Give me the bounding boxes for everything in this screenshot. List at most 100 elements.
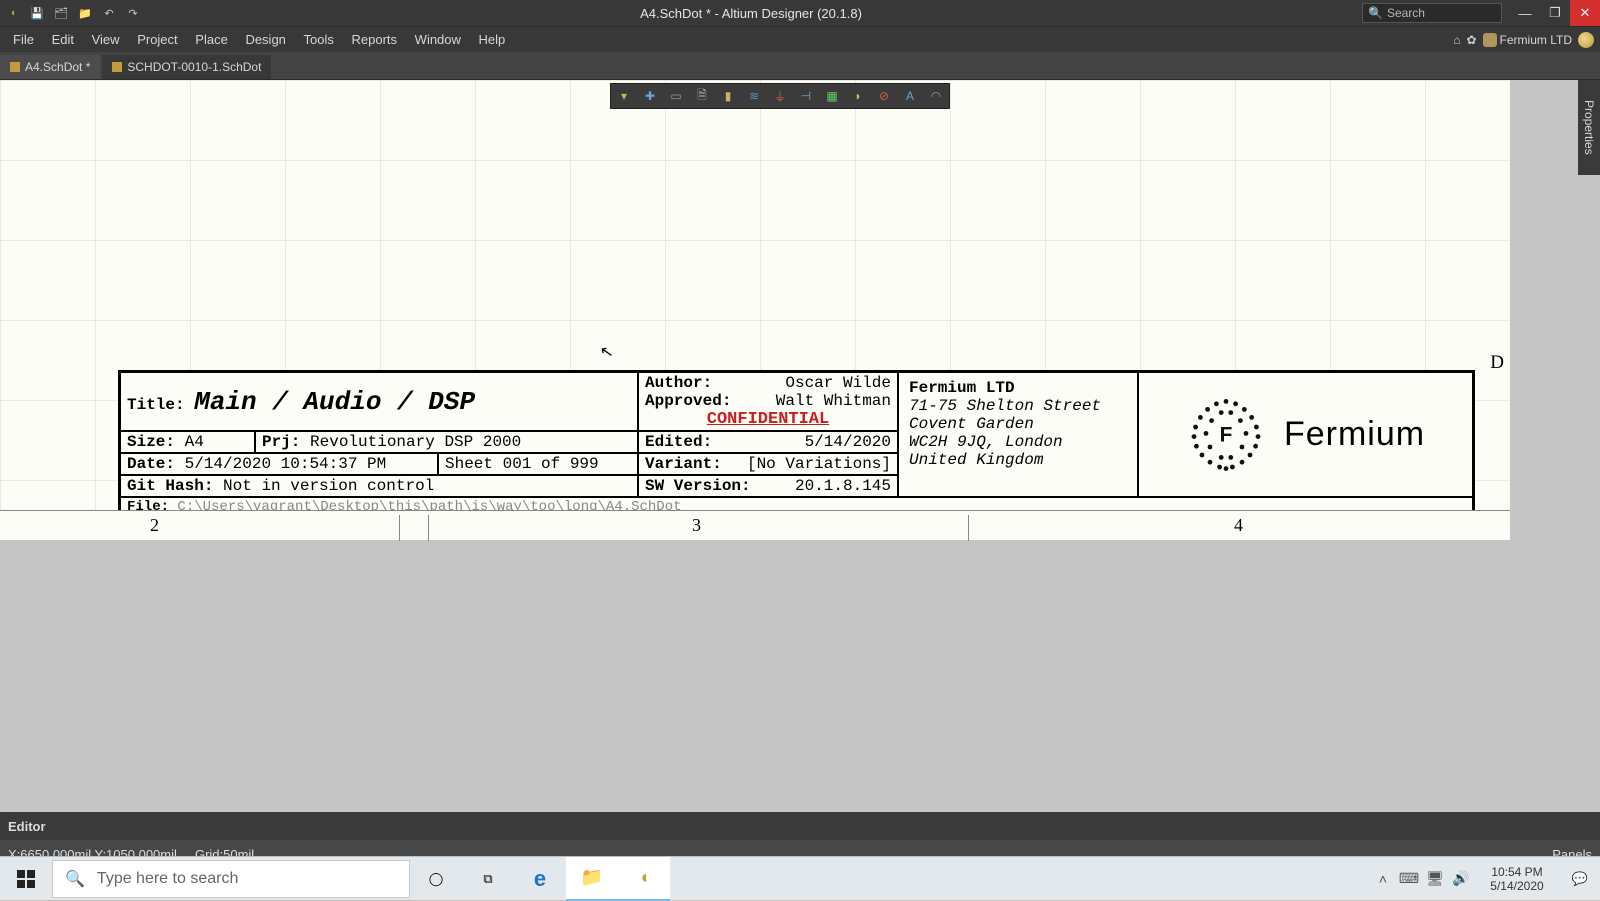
edited-label: Edited: (645, 433, 712, 451)
company-addr3: WC2H 9JQ, London (909, 433, 1127, 451)
tab-schdot-0010[interactable]: SCHDOT-0010-1.SchDot (102, 55, 271, 79)
redo-icon[interactable]: ↷ (126, 6, 140, 20)
start-button[interactable] (0, 857, 52, 901)
action-center-button[interactable]: 💬 (1560, 871, 1600, 887)
net-icon[interactable]: ≋ (746, 89, 762, 103)
menu-edit[interactable]: Edit (45, 29, 81, 50)
harness-icon[interactable]: ◗ (850, 89, 866, 103)
size-label: Size: (127, 433, 175, 451)
approved-value: Walt Whitman (776, 392, 891, 410)
menu-help[interactable]: Help (472, 29, 513, 50)
sheet-symbol-icon[interactable]: ▦ (824, 89, 840, 103)
schdoc-icon (112, 62, 122, 72)
confidential-stamp: CONFIDENTIAL (707, 410, 829, 429)
logo-text: Fermium (1284, 415, 1425, 454)
taskbar-search[interactable]: 🔍 Type here to search (52, 860, 410, 898)
taskbar-clock[interactable]: 10:54 PM 5/14/2020 (1474, 865, 1560, 893)
date-label: Date: (127, 455, 175, 473)
sheet-value: Sheet 001 of 999 (445, 455, 599, 473)
filter-icon[interactable]: ▾ (616, 89, 632, 103)
rect-icon[interactable]: ▭ (668, 89, 684, 103)
arc-icon[interactable]: ◠ (928, 89, 944, 103)
taskbar-search-placeholder: Type here to search (97, 870, 238, 888)
menu-place[interactable]: Place (188, 29, 235, 50)
close-button[interactable]: ✕ (1570, 0, 1600, 26)
brand-icon (1483, 33, 1497, 47)
date-value: 5/14/2020 10:54:37 PM (185, 455, 387, 473)
company-addr4: United Kingdom (909, 451, 1127, 469)
text-icon[interactable]: A (902, 89, 918, 103)
altium-taskbar-button[interactable]: ◖ (618, 857, 670, 901)
document-tabs: A4.SchDot * SCHDOT-0010-1.SchDot (0, 52, 1600, 80)
schematic-title-block[interactable]: Title: Main / Audio / DSP Author: Oscar … (118, 370, 1475, 519)
save-icon[interactable]: 💾 (30, 6, 44, 20)
titlebar-left-icons: ◖ 💾 🗂 📁 ↶ ↷ (0, 6, 140, 20)
open-icon[interactable]: 📁 (78, 6, 92, 20)
swver-label: SW Version: (645, 477, 751, 495)
editor-strip: Editor (0, 812, 1600, 840)
menu-project[interactable]: Project (130, 29, 184, 50)
menu-design[interactable]: Design (238, 29, 292, 50)
menu-file[interactable]: File (6, 29, 41, 50)
githash-value: Not in version control (223, 477, 434, 495)
fermium-logo-icon: F (1186, 395, 1266, 475)
title-label: Title: (127, 396, 185, 414)
row-marker-d: D (1490, 352, 1504, 374)
tab-a4-schdot[interactable]: A4.SchDot * (0, 55, 100, 79)
maximize-button[interactable]: ❐ (1540, 0, 1570, 26)
home-icon[interactable]: ⌂ (1453, 33, 1460, 47)
tray-chevron-icon[interactable]: ˄ (1370, 871, 1396, 887)
swver-value: 20.1.8.145 (795, 477, 891, 495)
search-placeholder: Search (1387, 6, 1425, 20)
author-label: Author: (645, 374, 712, 392)
settings-icon[interactable]: ✿ (1466, 33, 1476, 47)
company-name: Fermium LTD (909, 379, 1127, 397)
bus-icon[interactable]: ▮ (720, 89, 736, 103)
minimize-button[interactable]: — (1510, 0, 1540, 26)
menu-window[interactable]: Window (408, 29, 468, 50)
editor-label[interactable]: Editor (8, 819, 46, 834)
properties-panel-tab[interactable]: Properties (1578, 80, 1600, 175)
save-all-icon[interactable]: 🗂 (54, 6, 68, 20)
tray-input-icon[interactable]: ⌨ (1396, 870, 1422, 887)
document-icon[interactable]: 🗎 (694, 86, 710, 107)
company-addr1: 71-75 Shelton Street (909, 397, 1127, 415)
sheet-ruler: 2 3 4 (0, 510, 1510, 540)
menu-reports[interactable]: Reports (345, 29, 405, 50)
search-icon: 🔍 (1368, 6, 1383, 20)
app-icon: ◖ (6, 6, 20, 20)
global-search[interactable]: 🔍 Search (1362, 3, 1502, 23)
menu-view[interactable]: View (85, 29, 127, 50)
schematic-sheet[interactable]: ▾ ✚ ▭ 🗎 ▮ ≋ ⏚ ⊣ ▦ ◗ ⊘ A ◠ ↖ D Title: Mai… (0, 80, 1510, 540)
tray-volume-icon[interactable]: 🔊 (1448, 870, 1474, 887)
cortana-button[interactable]: ◯ (410, 857, 462, 901)
prj-value: Revolutionary DSP 2000 (310, 433, 521, 451)
window-controls: — ❐ ✕ (1510, 0, 1600, 26)
menu-tools[interactable]: Tools (297, 29, 341, 50)
notification-icon: 💬 (1572, 871, 1588, 887)
variant-value: [No Variations] (747, 455, 891, 473)
tab-label: A4.SchDot * (25, 60, 90, 74)
power-icon[interactable]: ⏚ (772, 88, 788, 105)
menubar-right: ⌂ ✿ Fermium LTD (1453, 32, 1594, 48)
tray-display-icon[interactable]: 🖥 (1422, 870, 1448, 887)
port-icon[interactable]: ⊣ (798, 89, 814, 103)
clock-time: 10:54 PM (1478, 865, 1556, 879)
size-value: A4 (185, 433, 204, 451)
edge-button[interactable]: e (514, 857, 566, 901)
ruler-2: 2 (150, 515, 400, 541)
mouse-cursor-icon: ↖ (598, 341, 615, 363)
crosshair-icon[interactable]: ✚ (642, 89, 658, 103)
active-bar-toolbar[interactable]: ▾ ✚ ▭ 🗎 ▮ ≋ ⏚ ⊣ ▦ ◗ ⊘ A ◠ (610, 83, 950, 109)
user-avatar[interactable] (1578, 32, 1594, 48)
explorer-button[interactable]: 📁 (566, 857, 618, 901)
company-logo: F Fermium (1145, 395, 1466, 475)
svg-text:F: F (1220, 423, 1233, 446)
system-tray: ˄ ⌨ 🖥 🔊 10:54 PM 5/14/2020 💬 (1370, 857, 1600, 901)
workspace-brand[interactable]: Fermium LTD (1483, 33, 1572, 47)
task-view-button[interactable]: ⧉ (462, 857, 514, 901)
no-erc-icon[interactable]: ⊘ (876, 89, 892, 103)
ruler-3: 3 (692, 515, 701, 536)
undo-icon[interactable]: ↶ (102, 6, 116, 20)
search-icon: 🔍 (65, 869, 85, 889)
